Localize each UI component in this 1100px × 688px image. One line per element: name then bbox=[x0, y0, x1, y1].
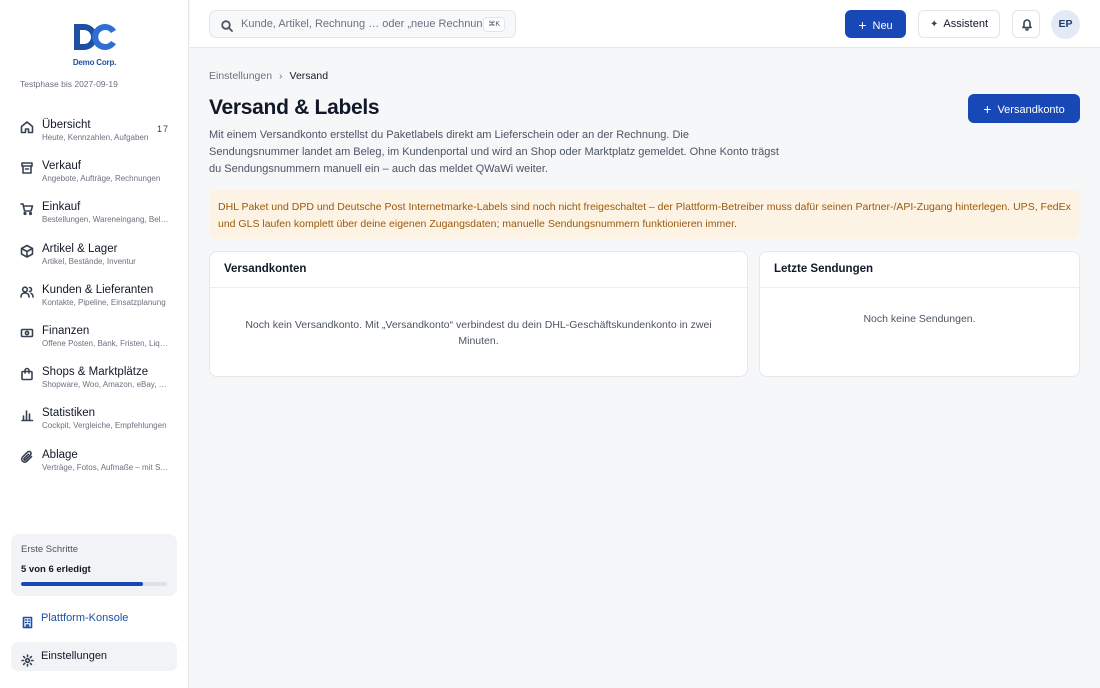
shipping-accounts-title: Versandkonten bbox=[210, 252, 747, 288]
bell-icon bbox=[1022, 19, 1032, 31]
recent-shipments-title: Letzte Sendungen bbox=[760, 252, 1079, 288]
gear-icon bbox=[21, 650, 34, 667]
search-icon bbox=[221, 19, 233, 32]
nav-item-statistiken[interactable]: Statistiken Cockpit, Vergleiche, Empfehl… bbox=[0, 402, 189, 443]
nav-item-finanzen[interactable]: Finanzen Offene Posten, Bank, Fristen, L… bbox=[0, 320, 189, 361]
assistant-button-label: Assistent bbox=[943, 18, 989, 30]
settings-link[interactable]: Einstellungen bbox=[11, 642, 177, 671]
nav-item-kunden-lieferanten[interactable]: Kunden & Lieferanten Kontakte, Pipeline,… bbox=[0, 279, 189, 320]
nav-title: Artikel & Lager bbox=[42, 242, 118, 255]
recent-shipments-card: Letzte Sendungen Noch keine Sendungen. bbox=[759, 251, 1080, 377]
search-shortcut-badge: ⌘K bbox=[483, 17, 505, 32]
nav-title: Verkauf bbox=[42, 160, 81, 173]
topbar: Kunde, Artikel, Rechnung … oder „neue Re… bbox=[190, 0, 1100, 48]
first-steps-progress-bar bbox=[21, 582, 167, 586]
cart-icon bbox=[20, 202, 34, 216]
plus-icon: + bbox=[858, 17, 867, 33]
search-input[interactable]: Kunde, Artikel, Rechnung … oder „neue Re… bbox=[209, 10, 516, 38]
first-steps-title: Erste Schritte bbox=[21, 544, 79, 555]
nav-subtitle: Bestellungen, Wareneingang, Belege bbox=[42, 215, 170, 225]
chart-icon bbox=[20, 408, 34, 422]
new-button-label: Neu bbox=[872, 20, 893, 32]
paperclip-icon bbox=[20, 450, 34, 464]
carrier-warning-alert: DHL Paket und DPD und Deutsche Post Inte… bbox=[209, 190, 1080, 239]
main-nav: Übersicht Heute, Kennzahlen, Aufgaben 17… bbox=[0, 114, 189, 485]
page-intro: Mit einem Versandkonto erstellst du Pake… bbox=[209, 129, 779, 175]
nav-title: Finanzen bbox=[42, 324, 90, 337]
breadcrumb: Einstellungen › Versand bbox=[209, 70, 328, 82]
breadcrumb-parent[interactable]: Einstellungen bbox=[209, 70, 272, 82]
first-steps-progress-fill bbox=[21, 582, 143, 586]
demo-corp-logo-icon bbox=[73, 24, 116, 50]
page-title: Versand & Labels bbox=[209, 96, 380, 119]
brand-name: Demo Corp. bbox=[72, 58, 117, 67]
trial-text: Testphase bis 2027-09-19 bbox=[20, 79, 118, 89]
nav-subtitle: Offene Posten, Bank, Fristen, Liquidität bbox=[42, 338, 170, 348]
assistant-button[interactable]: ✦ Assistent bbox=[918, 10, 1000, 38]
platform-console-label: Plattform-Konsole bbox=[41, 612, 129, 624]
nav-item-uebersicht[interactable]: Übersicht Heute, Kennzahlen, Aufgaben 17 bbox=[0, 114, 189, 155]
plus-icon: + bbox=[983, 101, 992, 117]
nav-item-einkauf[interactable]: Einkauf Bestellungen, Wareneingang, Bele… bbox=[0, 196, 189, 237]
shipping-accounts-empty-state: Noch kein Versandkonto. Mit „Versandkont… bbox=[245, 319, 712, 347]
bag-icon bbox=[20, 367, 34, 381]
new-button[interactable]: + Neu bbox=[845, 10, 906, 38]
add-shipping-account-label: Versandkonto bbox=[997, 104, 1065, 116]
platform-console-link[interactable]: Plattform-Konsole bbox=[11, 604, 177, 633]
breadcrumb-current: Versand bbox=[289, 70, 329, 82]
search-placeholder: Kunde, Artikel, Rechnung … oder „neue Re… bbox=[241, 18, 493, 30]
nav-subtitle: Verträge, Fotos, Aufmaße – mit Suche bbox=[42, 462, 170, 472]
nav-title: Kunden & Lieferanten bbox=[42, 283, 154, 296]
settings-label: Einstellungen bbox=[41, 650, 108, 662]
nav-item-verkauf[interactable]: Verkauf Angebote, Aufträge, Rechnungen bbox=[0, 155, 189, 196]
building-icon bbox=[21, 612, 34, 629]
nav-title: Statistiken bbox=[42, 407, 96, 420]
first-steps-count: 5 von 6 erledigt bbox=[21, 564, 91, 575]
brand-logo[interactable]: Demo Corp. bbox=[0, 22, 189, 67]
nav-subtitle: Shopware, Woo, Amazon, eBay, Kaufland bbox=[42, 380, 170, 390]
first-steps-card[interactable]: Erste Schritte 5 von 6 erledigt bbox=[11, 534, 177, 596]
nav-title: Ablage bbox=[42, 448, 78, 461]
breadcrumb-separator: › bbox=[279, 70, 283, 82]
nav-subtitle: Artikel, Bestände, Inventur bbox=[42, 256, 136, 266]
nav-subtitle: Cockpit, Vergleiche, Empfehlungen bbox=[42, 421, 167, 431]
nav-subtitle: Angebote, Aufträge, Rechnungen bbox=[42, 174, 161, 184]
users-icon bbox=[20, 285, 34, 299]
sidebar: Demo Corp. Testphase bis 2027-09-19 Über… bbox=[0, 0, 189, 688]
nav-item-artikel-lager[interactable]: Artikel & Lager Artikel, Bestände, Inven… bbox=[0, 238, 189, 279]
add-shipping-account-button[interactable]: + Versandkonto bbox=[968, 94, 1080, 123]
sparkle-icon: ✦ bbox=[929, 19, 939, 30]
nav-item-ablage[interactable]: Ablage Verträge, Fotos, Aufmaße – mit Su… bbox=[0, 444, 189, 485]
shipping-accounts-card: Versandkonten Noch kein Versandkonto. Mi… bbox=[209, 251, 748, 377]
avatar[interactable]: EP bbox=[1051, 10, 1080, 39]
nav-subtitle: Kontakte, Pipeline, Einsatzplanung bbox=[42, 297, 166, 307]
nav-title: Shops & Marktplätze bbox=[42, 366, 149, 379]
notifications-button[interactable] bbox=[1012, 10, 1040, 38]
money-icon bbox=[20, 326, 34, 340]
box-icon bbox=[20, 244, 34, 258]
home-icon bbox=[20, 120, 34, 134]
nav-item-shops-marktplaetze[interactable]: Shops & Marktplätze Shopware, Woo, Amazo… bbox=[0, 361, 189, 402]
nav-title: Einkauf bbox=[42, 201, 81, 214]
recent-shipments-empty-state: Noch keine Sendungen. bbox=[863, 313, 976, 325]
archive-icon bbox=[20, 161, 34, 175]
nav-badge: 17 bbox=[156, 124, 169, 134]
nav-subtitle: Heute, Kennzahlen, Aufgaben bbox=[42, 133, 149, 142]
